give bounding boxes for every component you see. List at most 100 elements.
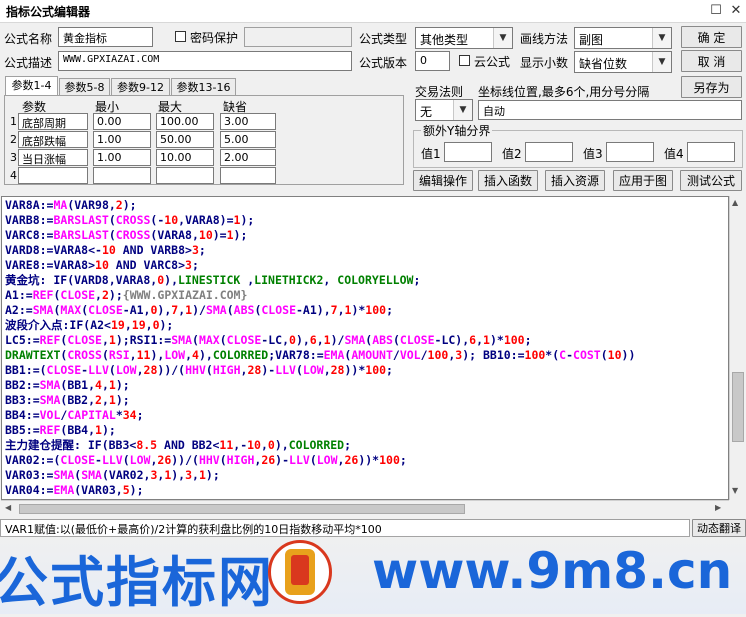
code-line[interactable]: VAR04:=EMA(VAR03,5); (5, 483, 144, 498)
code-token: ); (115, 393, 130, 407)
code-line[interactable]: BB1:=(CLOSE-LLV(LOW,28))/(HHV(HIGH,28)-L… (5, 363, 393, 378)
code-line[interactable]: VARE8:=VARA8>10 AND VARC8>3; (5, 258, 199, 273)
param-default-field[interactable]: 2.00 (220, 149, 276, 166)
code-line[interactable]: VAR8A:=MA(VAR98,2); (5, 198, 137, 213)
trade-rule-select[interactable]: 无 ▼ (415, 99, 473, 121)
param-name-field[interactable] (18, 167, 88, 184)
code-token: AND VARB8> (115, 243, 192, 257)
formula-type-select[interactable]: 其他类型 ▼ (415, 27, 513, 49)
param-min-field[interactable]: 1.00 (93, 149, 151, 166)
close-icon[interactable]: ✕ (728, 3, 744, 19)
code-line[interactable]: VARD8:=VARA8<-10 AND VARB8>3; (5, 243, 206, 258)
code-line[interactable]: BB5:=REF(BB4,1); (5, 423, 116, 438)
param-min-field[interactable] (93, 167, 151, 184)
scroll-thumb[interactable] (732, 372, 744, 442)
test-formula-button[interactable]: 测试公式 (680, 170, 742, 191)
code-line[interactable]: A2:=SMA(MAX(CLOSE-A1,0),7,1)/SMA(ABS(CLO… (5, 303, 393, 318)
code-line[interactable]: DRAWTEXT(CROSS(RSI,11),LOW,4),COLORRED;V… (5, 348, 635, 363)
edit-operation-button[interactable]: 编辑操作 (413, 170, 473, 191)
restore-icon[interactable]: ☐ (708, 3, 724, 19)
param-default-field[interactable]: 5.00 (220, 131, 276, 148)
y-value2-input[interactable] (525, 142, 573, 162)
cloud-formula-checkbox[interactable] (459, 55, 470, 66)
code-token: 6 (309, 333, 317, 347)
code-line[interactable]: BB3:=SMA(BB2,2,1); (5, 393, 130, 408)
insert-function-button[interactable]: 插入函数 (478, 170, 538, 191)
password-checkbox[interactable] (175, 31, 186, 42)
param-name-field[interactable]: 当日涨幅 (18, 149, 88, 166)
code-token: ( (122, 453, 130, 467)
vertical-scrollbar[interactable]: ▲ ▼ (729, 196, 746, 500)
code-line[interactable]: LC5:=REF(CLOSE,1);RSI1:=SMA(MAX(CLOSE-LC… (5, 333, 532, 348)
horizontal-scrollbar[interactable]: ◀ ▶ (1, 500, 729, 517)
code-token: 1 (323, 333, 331, 347)
param-name-field[interactable]: 底部跌幅 (18, 131, 88, 148)
tab-params-5-8[interactable]: 参数5-8 (59, 78, 110, 96)
decimal-select[interactable]: 缺省位数 ▼ (574, 51, 672, 73)
chevron-down-icon: ▼ (493, 28, 512, 48)
code-token: * (115, 408, 123, 422)
y-value4-input[interactable] (687, 142, 735, 162)
code-token: HIGH (212, 363, 241, 377)
tab-params-13-16[interactable]: 参数13-16 (171, 78, 236, 96)
code-line[interactable]: 黄金坑: IF(VARD8,VARA8,0),LINESTICK ,LINETH… (5, 273, 420, 288)
draw-method-select[interactable]: 副图 ▼ (574, 27, 672, 49)
param-name-field[interactable]: 底部周期 (18, 113, 88, 130)
formula-desc-input[interactable]: WWW.GPXIAZAI.COM (58, 51, 352, 71)
code-token: , (101, 378, 109, 392)
code-token: 0 (289, 333, 296, 347)
code-token: 主力建仓提醒: IF(BB3< (5, 438, 137, 452)
param-default-field[interactable]: 3.00 (220, 113, 276, 130)
formula-name-input[interactable]: 黄金指标 (58, 27, 153, 47)
code-line[interactable]: VARC8:=BARSLAST(CROSS(VARA8,10)=1); (5, 228, 247, 243)
code-line[interactable]: 波段介入点:IF(A2<19,19,0); (5, 318, 173, 333)
trade-rule-label: 交易法则 (415, 85, 464, 99)
code-line[interactable]: A1:=REF(CLOSE,2);{WWW.GPXIAZAI.COM} (5, 288, 247, 303)
code-line[interactable]: 主力建仓提醒: IF(BB3<8.5 AND BB2<11,-10,0),COL… (5, 438, 351, 453)
code-line[interactable]: VAR03:=SMA(SMA(VAR02,3,1),3,1); (5, 468, 220, 483)
param-min-field[interactable]: 0.00 (93, 113, 151, 130)
code-token: BB5:= (5, 423, 40, 437)
param-max-field[interactable]: 10.00 (156, 149, 214, 166)
scroll-down-icon[interactable]: ▼ (732, 486, 738, 495)
param-row-no: 2 (10, 133, 17, 146)
cancel-button[interactable]: 取 消 (681, 50, 742, 72)
tab-params-9-12[interactable]: 参数9-12 (111, 78, 170, 96)
hscroll-thumb[interactable] (19, 504, 465, 514)
code-token: )* (489, 333, 504, 347)
insert-resource-button[interactable]: 插入资源 (545, 170, 605, 191)
code-line[interactable]: BB2:=SMA(BB1,4,1); (5, 378, 130, 393)
y-value3-input[interactable] (606, 142, 654, 162)
axis-position-input[interactable]: 自动 (478, 100, 742, 120)
formula-version-input[interactable]: 0 (415, 51, 450, 71)
code-token: BARSLAST (53, 213, 109, 227)
tab-params-1-4[interactable]: 参数1-4 (5, 76, 58, 96)
apply-to-chart-button[interactable]: 应用于图 (613, 170, 673, 191)
code-token: HIGH (226, 453, 255, 467)
code-token: CLOSE (261, 303, 296, 317)
code-line[interactable]: VAR02:=(CLOSE-LLV(LOW,26))/(HHV(HIGH,26)… (5, 453, 407, 468)
param-min-field[interactable]: 1.00 (93, 131, 151, 148)
code-token: ; (399, 453, 407, 467)
code-line[interactable]: VARB8:=BARSLAST(CROSS(-10,VARA8)=1); (5, 213, 254, 228)
save-as-button[interactable]: 另存为 (681, 76, 742, 98)
code-line[interactable]: BB4:=VOL/CAPITAL*34; (5, 408, 144, 423)
draw-method-value: 副图 (579, 33, 604, 47)
param-max-field[interactable]: 100.00 (156, 113, 214, 130)
scroll-right-icon[interactable]: ▶ (715, 503, 721, 512)
code-token: LINESTICK (178, 273, 241, 287)
param-default-field[interactable] (220, 167, 276, 184)
ok-button[interactable]: 确 定 (681, 26, 742, 48)
param-max-field[interactable]: 50.00 (156, 131, 214, 148)
code-token: (VAR02, (101, 468, 151, 482)
y-value1-input[interactable] (444, 142, 492, 162)
code-token: LLV (289, 453, 310, 467)
code-token: VARD8:=VARA8<- (5, 243, 102, 257)
param-max-field[interactable] (156, 167, 214, 184)
code-token: LOW (129, 453, 151, 467)
scroll-left-icon[interactable]: ◀ (5, 503, 11, 512)
scroll-up-icon[interactable]: ▲ (732, 198, 738, 207)
code-editor[interactable]: VAR8A:=MA(VAR98,2); VARB8:=BARSLAST(CROSS… (1, 196, 729, 500)
code-token: - (566, 348, 574, 362)
code-token: (VAR03, (74, 483, 123, 497)
